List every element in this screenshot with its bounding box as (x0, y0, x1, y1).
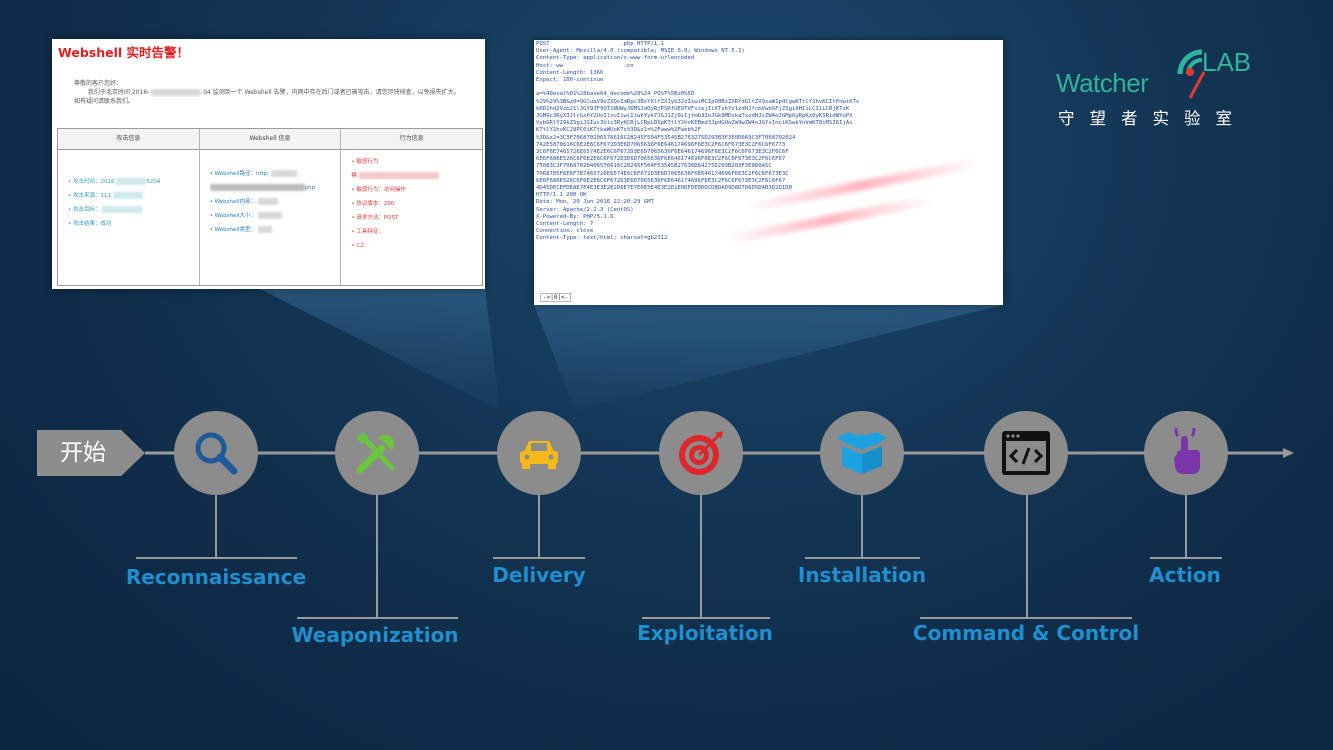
tools-icon (356, 432, 395, 474)
stage-label-weaponization: Weaponization (291, 623, 459, 647)
stage-node-delivery (497, 411, 581, 495)
stage-node-action (1144, 411, 1228, 495)
stage-label-command-control: Command & Control (912, 621, 1140, 645)
car-icon (520, 441, 558, 469)
start-label: 开始 (60, 440, 106, 466)
timeline-stems (136, 495, 1222, 619)
target-icon (679, 431, 723, 475)
stage-node-exploitation (659, 411, 743, 495)
code-window-icon (1002, 431, 1050, 475)
timeline-arrowhead (1283, 448, 1294, 458)
hand-pointer-icon (1174, 428, 1200, 474)
magnifier-icon (195, 432, 238, 475)
stage-label-delivery: Delivery (492, 563, 586, 587)
stage-label-reconnaissance: Reconnaissance (125, 565, 307, 589)
stage-label-action: Action (1149, 563, 1221, 587)
stage-label-installation: Installation (797, 563, 927, 587)
stage-node-reconnaissance (174, 411, 258, 495)
stage-label-exploitation: Exploitation (637, 621, 773, 645)
stage-node-installation (820, 411, 904, 495)
box-icon (836, 432, 888, 474)
stage-node-command-control (984, 411, 1068, 495)
stage-node-weaponization (335, 411, 419, 495)
